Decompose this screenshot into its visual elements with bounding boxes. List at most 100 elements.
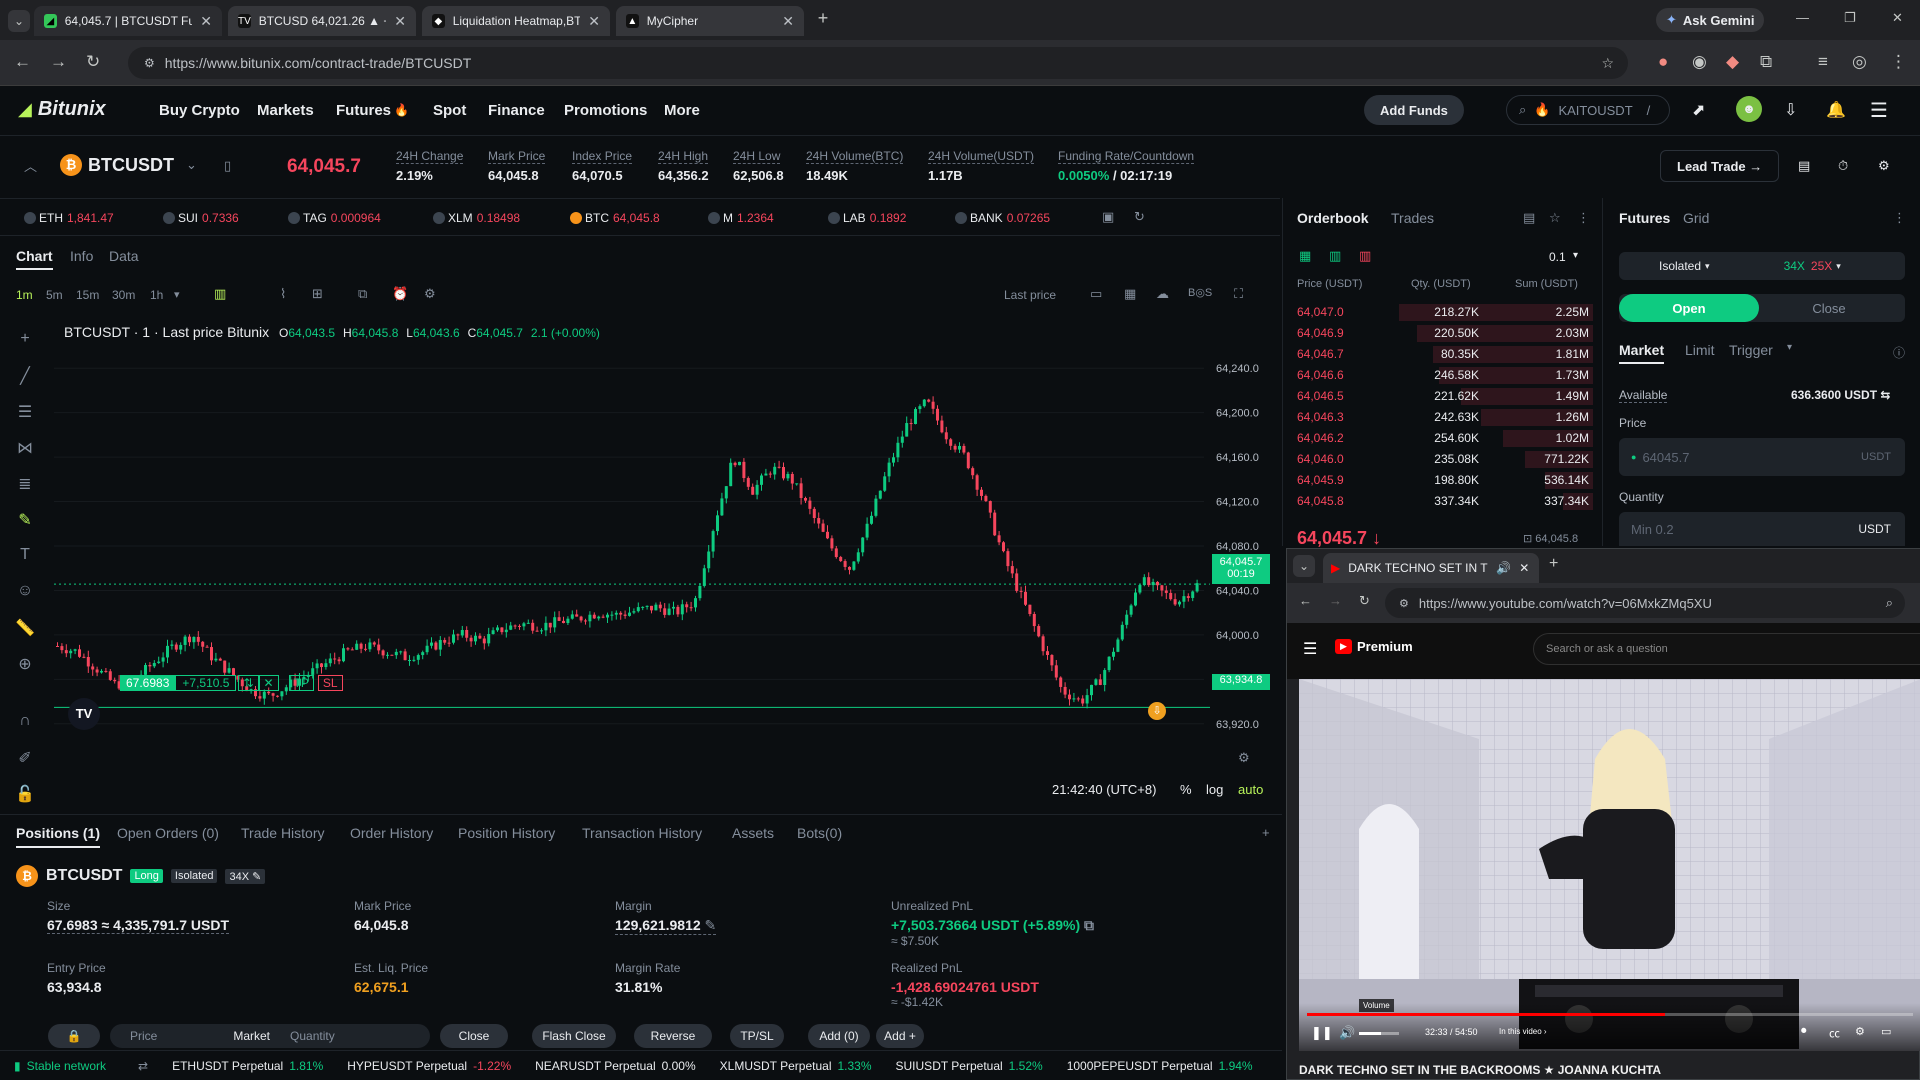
fav-item[interactable]: LAB 0.1892 <box>828 211 906 225</box>
interval-15m[interactable]: 15m <box>76 288 99 302</box>
tab-trades[interactable]: Trades <box>1391 210 1434 226</box>
order-type-market[interactable]: Market <box>1619 342 1665 364</box>
zoom-icon[interactable]: ⌕ <box>1886 595 1893 611</box>
extension-icon[interactable]: ◆ <box>1726 52 1739 72</box>
yt-search-input[interactable]: Search or ask a question <box>1533 633 1920 665</box>
fav-item[interactable]: BANK 0.07265 <box>955 211 1050 225</box>
fav-item[interactable]: TAG 0.000964 <box>288 211 381 225</box>
fav-item[interactable]: SUI 0.7336 <box>163 211 239 225</box>
new-tab-icon[interactable]: + <box>1549 555 1558 573</box>
close-tab-icon[interactable]: ✕ <box>588 13 600 30</box>
interval-30m[interactable]: 30m <box>112 288 135 302</box>
quantity-unit-select[interactable]: USDT <box>1858 522 1891 536</box>
log-scale-toggle[interactable]: log <box>1206 782 1223 797</box>
scroll-icon[interactable]: ↻ <box>1134 209 1145 225</box>
indicators-icon[interactable]: ⌇ <box>280 286 286 302</box>
tab-futures[interactable]: Futures <box>1619 210 1670 226</box>
add-funds-button[interactable]: Add Funds <box>1364 95 1464 125</box>
price-input[interactable]: ● 64045.7 USDT <box>1619 438 1905 476</box>
tab-trade-history[interactable]: Trade History <box>241 825 325 841</box>
chevron-down-icon[interactable]: ▾ <box>174 288 180 301</box>
yt-address-bar[interactable]: ⚙ https://www.youtube.com/watch?v=06MxkZM… <box>1385 588 1905 618</box>
avatar[interactable]: ☻ <box>1736 96 1762 122</box>
bell-icon[interactable]: 🔔 <box>1826 100 1846 120</box>
orderbook-ask-row[interactable]: 64,045.8 337.34K 337.34K <box>1297 491 1593 511</box>
document-icon[interactable]: ▯ <box>224 158 231 174</box>
lock-drawing-icon[interactable]: ✐ <box>14 748 36 770</box>
add-tp-button[interactable]: Add (0) <box>808 1024 870 1048</box>
ticker-marquee-item[interactable]: SUIUSDT Perpetual 1.52% <box>896 1059 1043 1073</box>
tab-search-icon[interactable]: ⌄ <box>8 10 30 32</box>
horizontal-lines-icon[interactable]: ☰ <box>14 402 36 424</box>
browser-tab-tradingview[interactable]: TV BTCUSD 64,021.26 ▲ +0.23% 3 ✕ <box>228 6 416 36</box>
bs-marks-icon[interactable]: B◎S <box>1188 286 1212 299</box>
more-icon[interactable]: ⋮ <box>1577 210 1590 226</box>
price-chart[interactable]: 64,240.0 64,200.0 64,160.0 64,120.0 64,080.0… <box>54 336 1282 756</box>
add-margin-button[interactable]: Add + <box>876 1024 924 1048</box>
chapter-label[interactable]: In this video › <box>1499 1027 1547 1036</box>
fav-item[interactable]: ETH 1,841.47 <box>24 211 114 225</box>
symbol-selector[interactable]: ₿ BTCUSDT ⌄ <box>60 154 197 176</box>
margin-mode-select[interactable]: Isolated <box>1659 259 1701 273</box>
close-window-icon[interactable]: ✕ <box>1892 10 1903 26</box>
order-type-trigger[interactable]: Trigger <box>1729 342 1773 358</box>
info-icon[interactable]: ⓘ <box>1893 344 1905 361</box>
brush-icon[interactable]: ✎ <box>14 510 36 532</box>
ticker-marquee-item[interactable]: XLMUSDT Perpetual 1.33% <box>720 1059 872 1073</box>
reload-icon[interactable]: ↻ <box>86 52 100 72</box>
close-tab-icon[interactable]: ✕ <box>394 13 406 30</box>
nav-buy-crypto[interactable]: Buy Crypto <box>159 102 240 119</box>
close-tab-icon[interactable]: ✕ <box>1519 561 1529 575</box>
share-icon[interactable]: ⬈ <box>1692 100 1705 120</box>
hamburger-menu-icon[interactable]: ☰ <box>1870 98 1888 123</box>
candle-type-icon[interactable]: ▥ <box>214 286 226 302</box>
address-bar[interactable]: ⚙ https://www.bitunix.com/contract-trade… <box>128 47 1628 79</box>
back-icon[interactable]: ← <box>14 52 31 72</box>
settings-icon[interactable]: ⚙ <box>1878 158 1890 174</box>
tab-order-history[interactable]: Order History <box>350 825 433 841</box>
timer-icon[interactable]: ⏱ <box>1838 158 1848 174</box>
emoji-icon[interactable]: ☺ <box>14 582 36 604</box>
extensions-puzzle-icon[interactable]: ⧉ <box>1760 52 1772 72</box>
text-icon[interactable]: T <box>14 546 36 568</box>
ticker-marquee-item[interactable]: HYPEUSDT Perpetual -1.22% <box>347 1059 511 1073</box>
ticker-marquee-item[interactable]: NEARUSDT Perpetual 0.00% <box>535 1059 696 1073</box>
orderbook-ask-row[interactable]: 64,046.0 235.08K 771.22K <box>1297 449 1593 469</box>
edit-margin-icon[interactable]: ✎ <box>705 917 717 933</box>
lead-trade-button[interactable]: Lead Trade → <box>1660 150 1780 182</box>
fib-icon[interactable]: ≣ <box>14 474 36 496</box>
volume-slider[interactable] <box>1359 1032 1399 1035</box>
site-info-icon[interactable]: ⚙ <box>144 56 155 70</box>
percent-scale-toggle[interactable]: % <box>1180 782 1192 797</box>
crosshair-icon[interactable]: + <box>14 330 36 352</box>
reload-icon[interactable]: ↻ <box>1359 593 1370 609</box>
position-line-label[interactable]: 67.6983 +7,510.5 ⇅ ✕ TP SL <box>120 674 343 692</box>
quantity-input[interactable]: Min 0.2 USDT <box>1619 512 1905 546</box>
tab-bots[interactable]: Bots(0) <box>797 825 842 841</box>
yt-tab[interactable]: ▶ DARK TECHNO SET IN THE B 🔊 ✕ <box>1323 553 1539 583</box>
nav-finance[interactable]: Finance <box>488 102 545 119</box>
ticker-marquee-item[interactable]: 1000PEPEUSDT Perpetual 1.94% <box>1067 1059 1253 1073</box>
layout-icon[interactable]: ⊞ <box>312 286 323 302</box>
close-tab-icon[interactable]: ✕ <box>782 13 794 30</box>
new-tab-icon[interactable]: + <box>812 8 834 30</box>
browser-tab-coinglass[interactable]: ◆ Liquidation Heatmap,BTC Liquid ✕ <box>422 6 610 36</box>
precision-select[interactable]: 0.1 <box>1549 250 1566 264</box>
trend-line-icon[interactable]: ╱ <box>14 366 36 388</box>
open-button[interactable]: Open <box>1619 294 1759 322</box>
miniplayer-icon[interactable]: ▭ <box>1881 1025 1891 1038</box>
tab-position-history[interactable]: Position History <box>458 825 555 841</box>
extension-icon[interactable]: ● <box>1658 52 1668 72</box>
leverage-short[interactable]: 25X <box>1811 259 1832 273</box>
orderbook-ask-row[interactable]: 64,046.3 242.63K 1.26M <box>1297 407 1593 427</box>
bookmark-star-icon[interactable]: ☆ <box>1601 55 1614 72</box>
extension-icon[interactable]: ◉ <box>1692 52 1707 72</box>
orderbook-ask-row[interactable]: 64,046.5 221.62K 1.49M <box>1297 386 1593 406</box>
position-chart-icon[interactable]: ⇅ <box>238 675 259 691</box>
tab-assets[interactable]: Assets <box>732 825 774 841</box>
media-control-icon[interactable]: ≡ <box>1818 52 1828 72</box>
swap-icon[interactable]: ⇄ <box>138 1059 148 1073</box>
orderbook-ask-row[interactable]: 64,046.7 80.35K 1.81M <box>1297 344 1593 364</box>
tab-info[interactable]: Info <box>70 248 93 264</box>
more-icon[interactable]: ⋮ <box>1893 210 1906 226</box>
